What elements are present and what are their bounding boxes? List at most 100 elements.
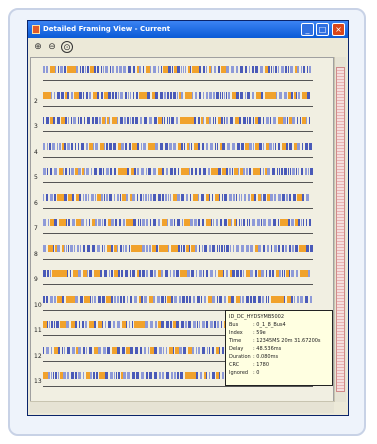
frame-bar[interactable] — [250, 270, 253, 277]
frame-bar[interactable] — [217, 321, 219, 328]
frame-bar[interactable] — [273, 66, 274, 73]
frame-bar[interactable] — [196, 270, 197, 277]
frame-bar[interactable] — [104, 244, 105, 252]
frame-bar[interactable] — [174, 372, 176, 379]
frame-bar[interactable] — [132, 193, 135, 201]
frame-bar[interactable] — [58, 346, 60, 354]
frame-bar[interactable] — [137, 168, 139, 175]
frame-bar[interactable] — [78, 372, 81, 379]
frame-bar[interactable] — [112, 91, 114, 99]
frame-bar[interactable] — [192, 346, 194, 354]
frame-bar[interactable] — [236, 244, 239, 252]
frame-bar[interactable] — [141, 295, 143, 303]
frame-bar[interactable] — [52, 142, 55, 150]
frame-bar[interactable] — [43, 193, 44, 201]
frame-bar[interactable] — [114, 372, 115, 379]
frame-bar[interactable] — [113, 142, 116, 150]
frame-bar[interactable] — [74, 244, 75, 252]
frame-bar[interactable] — [176, 270, 179, 277]
frame-bar[interactable] — [229, 168, 231, 175]
frame-bar[interactable] — [174, 168, 176, 175]
frame-bar[interactable] — [247, 117, 248, 124]
frame-bar[interactable] — [168, 66, 171, 73]
frame-bar[interactable] — [231, 219, 232, 226]
frame-bar[interactable] — [128, 91, 129, 99]
frame-bar[interactable] — [226, 91, 227, 99]
frame-bar[interactable] — [267, 168, 270, 175]
frame-bar[interactable] — [125, 91, 127, 99]
frame-bar[interactable] — [243, 117, 246, 124]
frame-bar[interactable] — [236, 91, 239, 99]
frame-bar[interactable] — [93, 142, 94, 150]
frame-bar[interactable] — [203, 270, 204, 277]
frame-bar[interactable] — [274, 244, 277, 252]
frame-bar[interactable] — [178, 244, 180, 252]
frame-bar[interactable] — [221, 117, 223, 124]
frame-bar[interactable] — [282, 244, 284, 252]
frame-bar[interactable] — [148, 193, 149, 201]
frame-bar[interactable] — [247, 219, 248, 226]
frame-bar[interactable] — [217, 244, 218, 252]
frame-bar[interactable] — [83, 91, 84, 99]
frame-bar[interactable] — [210, 321, 213, 328]
frame-bar[interactable] — [173, 270, 175, 277]
frame-bar[interactable] — [102, 219, 103, 226]
frame-bar[interactable] — [134, 295, 137, 303]
frame-bar[interactable] — [238, 168, 239, 175]
frame-bar[interactable] — [202, 219, 204, 226]
frame-bar[interactable] — [303, 66, 305, 73]
frame-bar[interactable] — [215, 117, 216, 124]
frame-bar[interactable] — [148, 168, 151, 175]
frame-bar[interactable] — [95, 142, 98, 150]
frame-bar[interactable] — [147, 91, 150, 99]
frame-bar[interactable] — [201, 295, 202, 303]
frame-bar[interactable] — [165, 270, 168, 277]
frame-bar[interactable] — [51, 372, 52, 379]
frame-bar[interactable] — [212, 346, 214, 354]
frame-bar[interactable] — [296, 270, 298, 277]
frame-bar[interactable] — [67, 91, 69, 99]
frame-bar[interactable] — [186, 193, 188, 201]
frame-bar[interactable] — [66, 219, 67, 226]
frame-bar[interactable] — [179, 346, 182, 354]
frame-bar[interactable] — [70, 244, 73, 252]
frame-bar[interactable] — [257, 219, 260, 226]
frame-bar[interactable] — [174, 295, 177, 303]
frame-bar[interactable] — [120, 117, 123, 124]
frame-bar[interactable] — [274, 193, 276, 201]
frame-bar[interactable] — [189, 142, 190, 150]
frame-bar[interactable] — [195, 91, 197, 99]
frame-bar[interactable] — [138, 219, 139, 226]
frame-bar[interactable] — [219, 372, 220, 379]
frame-bar[interactable] — [70, 270, 71, 277]
frame-bar[interactable] — [309, 219, 311, 226]
frame-bar[interactable] — [263, 168, 264, 175]
frame-bar[interactable] — [297, 117, 298, 124]
frame-bar[interactable] — [172, 66, 173, 73]
frame-bar[interactable] — [284, 270, 285, 277]
frame-bar[interactable] — [65, 117, 67, 124]
frame-bar[interactable] — [67, 346, 70, 354]
frame-bar[interactable] — [80, 244, 81, 252]
frame-bar[interactable] — [212, 244, 215, 252]
frame-bar[interactable] — [162, 168, 164, 175]
frame-bar[interactable] — [263, 142, 264, 150]
frame-bar[interactable] — [54, 91, 55, 99]
frame-bar[interactable] — [127, 372, 130, 379]
frame-bar[interactable] — [173, 142, 176, 150]
frame-bar[interactable] — [43, 168, 46, 175]
frame-bar[interactable] — [85, 193, 87, 201]
frame-bar[interactable] — [203, 66, 205, 73]
frame-bar[interactable] — [43, 142, 45, 150]
frame-bar[interactable] — [143, 193, 144, 201]
frame-bar[interactable] — [149, 117, 152, 124]
frame-bar[interactable] — [254, 193, 256, 201]
frame-bar[interactable] — [80, 295, 83, 303]
frame-bar[interactable] — [206, 91, 208, 99]
frame-bar[interactable] — [166, 346, 167, 354]
frame-bar[interactable] — [89, 270, 92, 277]
frame-bar[interactable] — [156, 244, 158, 252]
frame-bar[interactable] — [170, 219, 173, 226]
frame-bar[interactable] — [54, 193, 56, 201]
frame-bar[interactable] — [177, 372, 179, 379]
